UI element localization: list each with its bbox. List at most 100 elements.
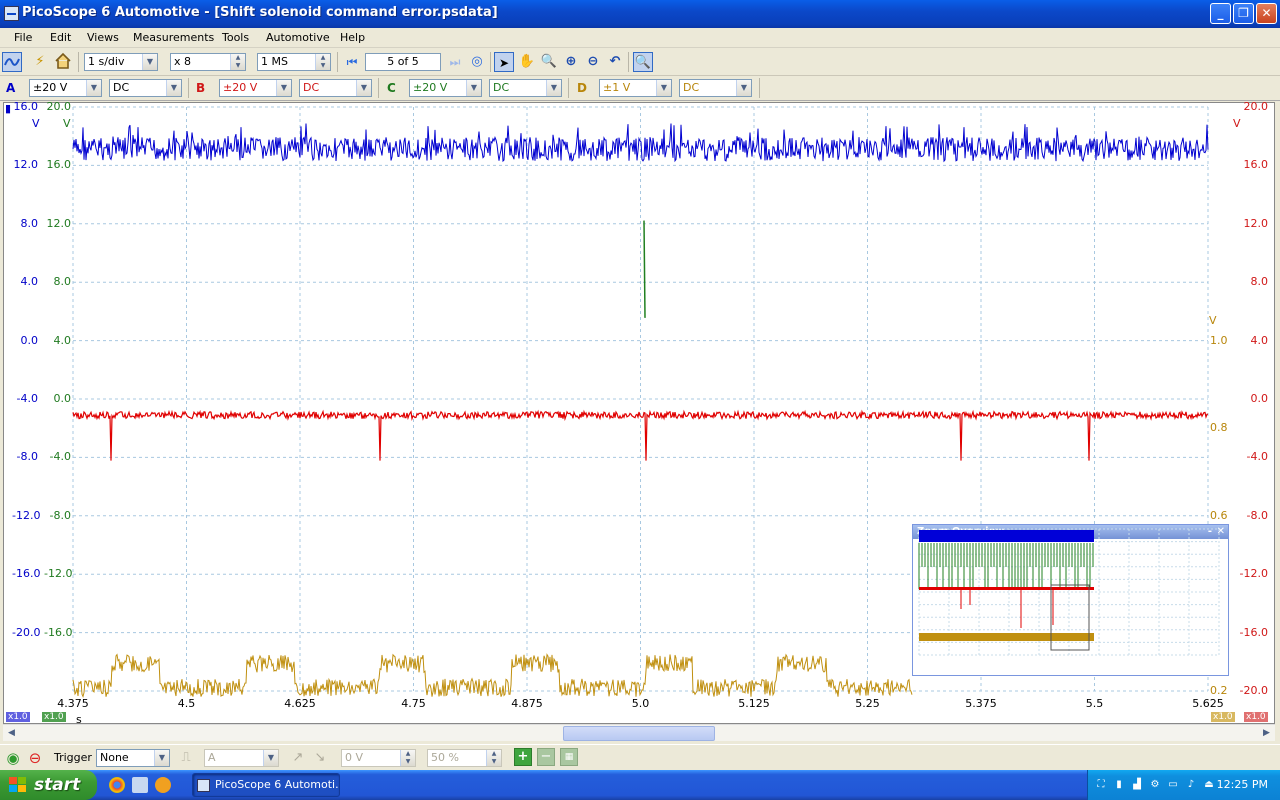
channel-a-coupling[interactable]: DC ▼ — [109, 79, 182, 97]
hand-tool-icon[interactable]: ✋ — [517, 52, 537, 72]
pretrigger-spinner[interactable]: 50 % ▲ ▼ — [427, 749, 502, 767]
zoom-in-icon[interactable]: ⊕ — [561, 52, 581, 72]
window-title: PicoScope 6 Automotive - [Shift solenoid… — [22, 5, 498, 20]
menu-tools[interactable]: Tools — [222, 31, 249, 44]
channel-c-coupling[interactable]: DC ▼ — [489, 79, 562, 97]
app-icon[interactable] — [4, 6, 19, 21]
settings-icon[interactable]: ⚙ — [1148, 778, 1162, 792]
maximize-button[interactable]: ❐ — [1233, 3, 1254, 24]
rising-edge-icon[interactable]: ↗ — [288, 748, 308, 768]
trigger-source-select[interactable]: A ▼ — [204, 749, 279, 767]
chevron-down-icon: ▼ — [356, 80, 371, 96]
channel-d-trace — [72, 653, 913, 698]
menu-file[interactable]: File — [14, 31, 32, 44]
menu-edit[interactable]: Edit — [50, 31, 71, 44]
trigger-type-icon[interactable]: ⎍ — [176, 748, 196, 768]
scale-badge-a[interactable]: x1.0 — [6, 712, 30, 722]
left-inner-axis-label: -4.0 — [49, 450, 71, 464]
media-player-icon[interactable] — [155, 777, 171, 793]
app-icon — [197, 779, 210, 792]
safe-remove-icon[interactable]: ⏏ — [1202, 778, 1216, 792]
channel-b-range[interactable]: ±20 V ▼ — [219, 79, 292, 97]
zoom-overview-panel[interactable]: Zoom Overview - ✕ — [912, 524, 1229, 676]
add-measurement-icon[interactable]: + — [514, 748, 532, 766]
display-icon[interactable]: ▭ — [1166, 778, 1180, 792]
trigger-mode-select[interactable]: None ▼ — [96, 749, 170, 767]
horizontal-scrollbar[interactable]: ◀ ▶ — [3, 724, 1275, 741]
minimize-button[interactable]: _ — [1210, 3, 1231, 24]
channel-c-range[interactable]: ±20 V ▼ — [409, 79, 482, 97]
delete-measurement-icon[interactable]: − — [537, 748, 555, 766]
clock: 12:25 PM — [1216, 778, 1268, 791]
undo-zoom-icon[interactable]: ↶ — [605, 52, 625, 72]
explorer-icon[interactable] — [132, 777, 148, 793]
menu-automotive[interactable]: Automotive — [266, 31, 330, 44]
home-icon[interactable] — [53, 52, 73, 72]
right-inner-unit: V — [1209, 314, 1217, 327]
scale-badge-b[interactable]: x1.0 — [1244, 712, 1268, 722]
zoom-spinner[interactable]: x 8 ▲ ▼ — [170, 53, 246, 71]
left-axis-label: -12.0 — [12, 508, 41, 522]
zoom-icon[interactable]: 🔍 — [539, 52, 559, 72]
edit-measurement-icon[interactable]: ▦ — [560, 748, 578, 766]
scale-badge-c[interactable]: x1.0 — [42, 712, 66, 722]
x-axis-label: 5.125 — [738, 697, 770, 710]
chevron-down-icon: ▼ — [656, 80, 671, 96]
scroll-thumb[interactable] — [563, 726, 715, 741]
stop-icon[interactable]: ⊖ — [25, 748, 45, 768]
buffer-last-icon[interactable]: ⏭ — [445, 52, 465, 72]
buffer-first-icon[interactable]: ⏮ — [342, 52, 362, 72]
signal-icon[interactable]: ▟ — [1130, 778, 1144, 792]
channel-b-label[interactable]: B — [196, 81, 205, 95]
timebase-select[interactable]: 1 s/div ▼ — [84, 53, 158, 71]
overview-channel-a — [919, 530, 1094, 542]
right-axis-unit: V — [1233, 117, 1241, 130]
overview-channel-b — [919, 587, 1094, 590]
run-icon[interactable]: ◉ — [3, 748, 23, 768]
spin-arrows-icon: ▲ ▼ — [315, 54, 330, 70]
left-inner-axis-label: -12.0 — [44, 567, 73, 581]
battery-icon[interactable]: ▮ — [1112, 778, 1126, 792]
spin-arrows-icon: ▲ ▼ — [400, 750, 415, 766]
taskbar-app-button[interactable]: PicoScope 6 Automoti... — [192, 773, 340, 797]
start-button[interactable]: start — [0, 770, 97, 800]
close-button[interactable]: ✕ — [1256, 3, 1277, 24]
x-axis-label: 5.375 — [965, 697, 997, 710]
channel-d-range[interactable]: ±1 V ▼ — [599, 79, 672, 97]
channel-a-label[interactable]: A — [6, 81, 15, 95]
network-icon[interactable]: ⛶ — [1094, 778, 1108, 792]
channel-b-coupling[interactable]: DC ▼ — [299, 79, 372, 97]
falling-edge-icon[interactable]: ↘ — [310, 748, 330, 768]
scale-badge-d[interactable]: x1.0 — [1211, 712, 1235, 722]
menu-measurements[interactable]: Measurements — [133, 31, 214, 44]
menu-help[interactable]: Help — [340, 31, 365, 44]
probe-icon[interactable]: ⚡ — [30, 52, 50, 72]
chevron-down-icon: ▼ — [154, 750, 169, 766]
spin-arrows-icon: ▲ ▼ — [230, 54, 245, 70]
navigator-icon[interactable]: ◎ — [467, 52, 487, 72]
menu-views[interactable]: Views — [87, 31, 119, 44]
left-axis-unit: V — [32, 117, 40, 130]
right-axis-label: -16.0 — [1239, 625, 1268, 639]
channel-d-label[interactable]: D — [577, 81, 587, 95]
volume-icon[interactable]: ♪ — [1184, 778, 1198, 792]
channel-c-label[interactable]: C — [387, 81, 396, 95]
left-axis-label: -16.0 — [12, 567, 41, 581]
zoom-out-icon[interactable]: ⊖ — [583, 52, 603, 72]
scroll-left-icon[interactable]: ◀ — [4, 726, 19, 741]
select-tool-icon[interactable]: ➤ — [494, 52, 514, 72]
chrome-icon[interactable] — [109, 777, 125, 793]
zoom-overview-icon[interactable]: 🔍 — [633, 52, 653, 72]
buffer-navigator[interactable]: 5 of 5 — [365, 53, 441, 71]
left-axis-label: -4.0 — [16, 392, 38, 405]
samples-spinner[interactable]: 1 MS ▲ ▼ — [257, 53, 331, 71]
scope-icon[interactable] — [2, 52, 22, 72]
channel-d-coupling[interactable]: DC ▼ — [679, 79, 752, 97]
scope-plot[interactable]: ▮ V V V V 16.0 12.0 8.0 4.0 0.0 -4.0 -8.0 -12.0… — [3, 100, 1275, 726]
x-axis-label: 4.625 — [284, 697, 316, 710]
left-axis-label: 16.0 — [13, 100, 39, 113]
right-axis-label: -12.0 — [1239, 567, 1268, 581]
scroll-right-icon[interactable]: ▶ — [1259, 726, 1274, 741]
trigger-threshold-spinner[interactable]: 0 V ▲ ▼ — [341, 749, 416, 767]
channel-a-range[interactable]: ±20 V ▼ — [29, 79, 102, 97]
